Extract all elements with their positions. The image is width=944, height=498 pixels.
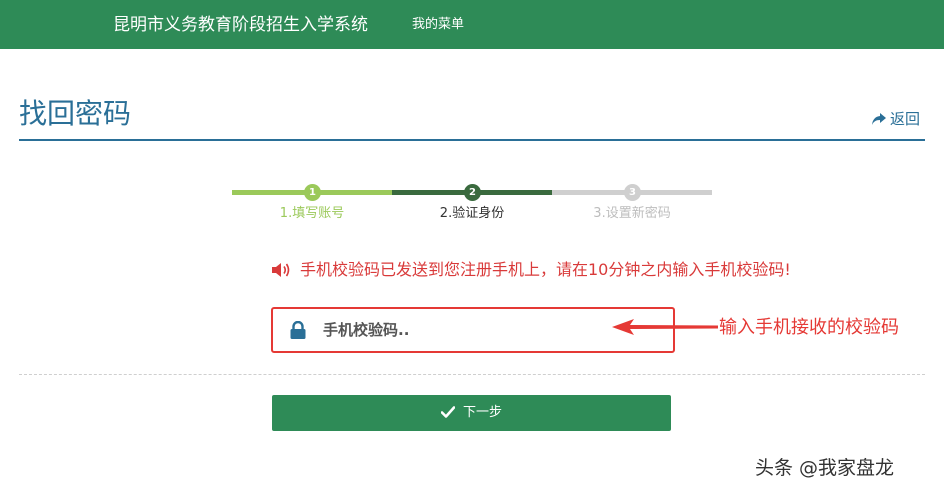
title-divider (19, 139, 925, 141)
next-step-button[interactable]: 下一步 (272, 395, 671, 431)
back-link-label: 返回 (890, 110, 921, 128)
page-title: 找回密码 (19, 97, 132, 130)
share-arrow-icon (872, 113, 886, 125)
sms-sent-notice: 手机校验码已发送到您注册手机上，请在10分钟之内输入手机校验码! (271, 259, 791, 281)
watermark: 头条 @我家盘龙 (755, 457, 895, 479)
check-icon (440, 406, 456, 418)
annotation-arrow (612, 319, 718, 335)
step-2-number: 2 (464, 184, 481, 201)
speaker-icon (272, 263, 290, 277)
app-title: 昆明市义务教育阶段招生入学系统 (113, 15, 368, 35)
my-menu-link[interactable]: 我的菜单 (412, 16, 464, 34)
notice-text: 手机校验码已发送到您注册手机上，请在10分钟之内输入手机校验码! (300, 260, 791, 279)
step-3-label: 3.设置新密码 (593, 206, 671, 221)
step-1-number: 1 (304, 184, 321, 201)
step-3-number: 3 (624, 184, 641, 201)
annotation-text: 输入手机接收的校验码 (719, 317, 899, 338)
form-divider (19, 374, 925, 375)
next-step-label: 下一步 (462, 405, 502, 420)
step-1-label: 1.填写账号 (279, 206, 345, 221)
lock-icon (290, 321, 306, 339)
back-link[interactable]: 返回 (871, 109, 920, 129)
step-2-label: 2.验证身份 (439, 206, 505, 221)
top-nav-bar: 昆明市义务教育阶段招生入学系统 我的菜单 (0, 0, 944, 49)
